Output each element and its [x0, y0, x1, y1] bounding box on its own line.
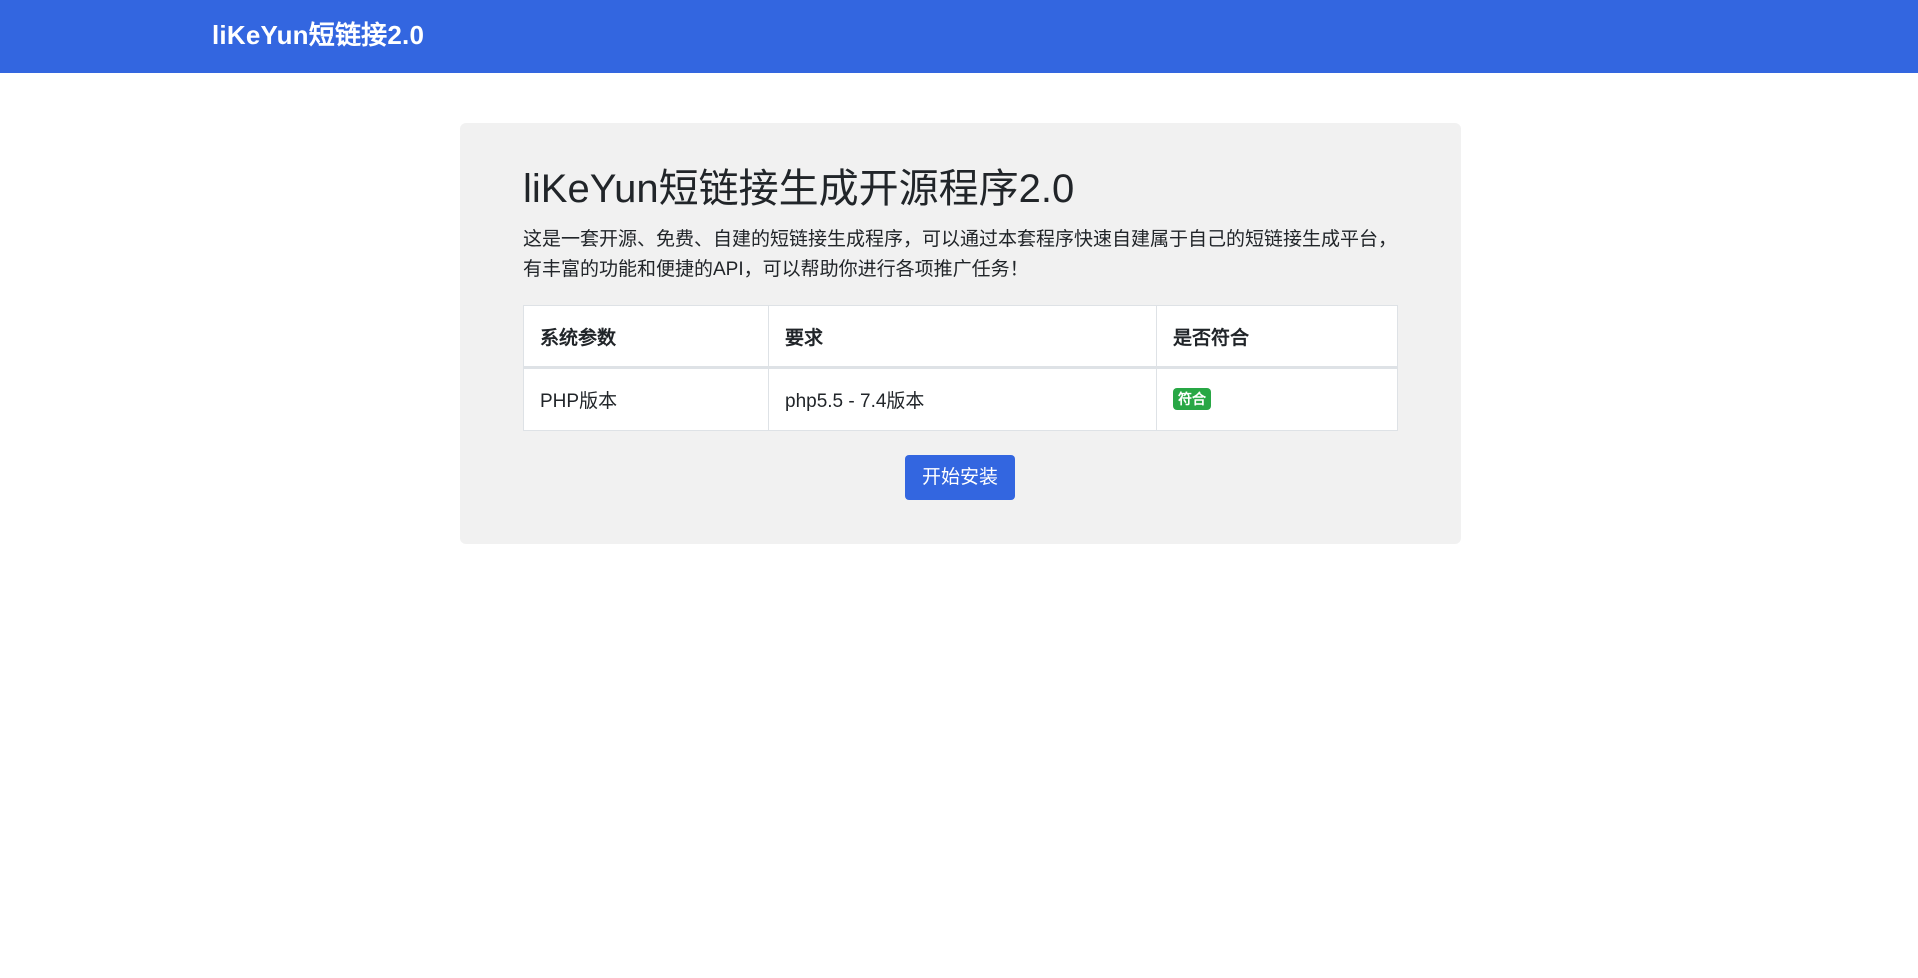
brand-logo-link[interactable]: liKeYun短链接2.0: [212, 18, 424, 52]
page-title: liKeYun短链接生成开源程序2.0: [523, 167, 1075, 211]
table-row: PHP版本 php5.5 - 7.4版本 符合: [523, 367, 1398, 431]
cell-param: PHP版本: [523, 367, 769, 431]
table-header-row: 系统参数 要求 是否符合: [523, 305, 1398, 369]
page-description: 这是一套开源、免费、自建的短链接生成程序，可以通过本套程序快速自建属于自己的短链…: [523, 229, 1398, 280]
header-param: 系统参数: [523, 305, 769, 369]
status-badge: 符合: [1173, 388, 1211, 411]
header-requirement: 要求: [768, 305, 1157, 369]
start-install-button[interactable]: 开始安装: [905, 455, 1015, 500]
header-status: 是否符合: [1156, 305, 1398, 369]
requirements-table: 系统参数 要求 是否符合 PHP版本 php5.5 - 7.4版本 符合: [523, 305, 1398, 431]
install-panel: liKeYun短链接生成开源程序2.0 这是一套开源、免费、自建的短链接生成程序…: [460, 123, 1461, 544]
top-navbar: liKeYun短链接2.0: [0, 0, 1918, 73]
cell-requirement: php5.5 - 7.4版本: [768, 367, 1157, 431]
cell-status: 符合: [1156, 367, 1398, 431]
